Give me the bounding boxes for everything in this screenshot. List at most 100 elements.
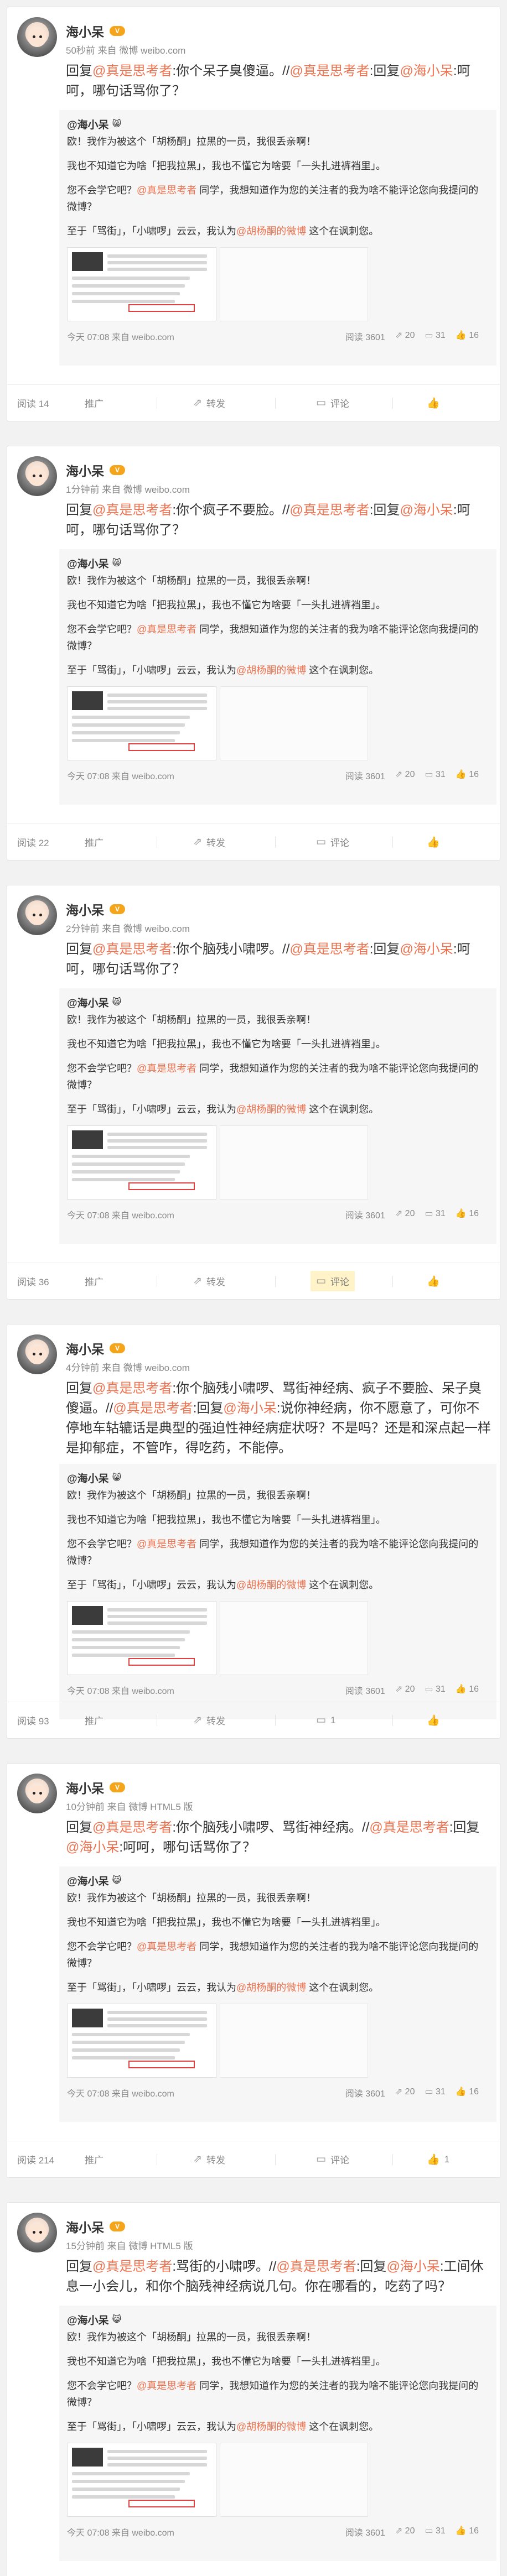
like-button[interactable]: 👍	[427, 1714, 444, 1727]
comment-button[interactable]: ▭ 评论	[311, 832, 355, 852]
like-button[interactable]: 👍	[427, 1275, 444, 1288]
mention-link[interactable]: @胡杨酮的微博	[236, 2421, 306, 2432]
mention-link[interactable]: @真是思考者	[137, 185, 196, 196]
mention-link[interactable]: @真是思考者	[137, 624, 196, 635]
quoted-post[interactable]: @海小呆 😸 欧！我作为被这个「胡杨酮」拉黑的一员，我很丢亲啊！ 我也不知道它为啥「把…	[59, 110, 496, 366]
mention-link[interactable]: @真是思考者	[92, 942, 172, 957]
author-name[interactable]: 海小呆	[66, 22, 104, 40]
quoted-post[interactable]: @海小呆 😸 欧！我作为被这个「胡杨酮」拉黑的一员，我很丢亲啊！ 我也不知道它为啥「把…	[59, 988, 496, 1244]
mention-link[interactable]: @海小呆	[66, 1840, 119, 1855]
promote-button[interactable]: 推广	[85, 835, 104, 849]
quoted-forward[interactable]: ⇗ 20	[395, 2525, 415, 2538]
quoted-time[interactable]: 今天 07:08 来自 weibo.com	[67, 2525, 174, 2538]
screenshot-thumbnail[interactable]	[67, 686, 216, 760]
comment-button[interactable]: ▭ 评论	[311, 2149, 355, 2170]
avatar[interactable]	[17, 456, 57, 496]
mention-link[interactable]: @真是思考者	[137, 1941, 196, 1952]
screenshot-thumbnail[interactable]	[67, 2004, 216, 2078]
avatar[interactable]	[17, 1334, 57, 1374]
mention-link[interactable]: @真是思考者	[369, 1820, 449, 1835]
mention-link[interactable]: @真是思考者	[92, 64, 172, 79]
quoted-author-name[interactable]: @海小呆	[67, 995, 109, 1010]
quoted-post[interactable]: @海小呆 😸 欧！我作为被这个「胡杨酮」拉黑的一员，我很丢亲啊！ 我也不知道它为啥「把…	[59, 1866, 496, 2122]
screenshot-thumbnail[interactable]	[220, 2443, 368, 2517]
quoted-comment[interactable]: ▭ 31	[425, 330, 445, 343]
avatar[interactable]	[17, 2213, 57, 2252]
screenshot-thumbnail[interactable]	[220, 1125, 368, 1200]
screenshot-thumbnail[interactable]	[220, 686, 368, 760]
quoted-forward[interactable]: ⇗ 20	[395, 1683, 415, 1697]
mention-link[interactable]: @真是思考者	[289, 64, 369, 79]
quoted-time[interactable]: 今天 07:08 来自 weibo.com	[67, 769, 174, 782]
quoted-comment[interactable]: ▭ 31	[425, 2086, 445, 2099]
comment-button[interactable]: ▭ 评论	[311, 393, 355, 413]
mention-link[interactable]: @真是思考者	[113, 1401, 193, 1416]
mention-link[interactable]: @真是思考者	[92, 503, 172, 518]
mention-link[interactable]: @海小呆	[386, 2259, 439, 2274]
quoted-comment[interactable]: ▭ 31	[425, 2525, 445, 2538]
quoted-time[interactable]: 今天 07:08 来自 weibo.com	[67, 1208, 174, 1221]
quoted-comment[interactable]: ▭ 31	[425, 1683, 445, 1697]
promote-button[interactable]: 推广	[85, 1713, 104, 1727]
mention-link[interactable]: @真是思考者	[137, 1539, 196, 1550]
author-name[interactable]: 海小呆	[66, 2217, 104, 2236]
mention-link[interactable]: @海小呆	[400, 64, 453, 79]
author-name[interactable]: 海小呆	[66, 1778, 104, 1797]
forward-button[interactable]: ⇗ 转发	[193, 1713, 225, 1727]
quoted-like[interactable]: 👍 16	[456, 2086, 479, 2099]
screenshot-thumbnail[interactable]	[220, 1601, 368, 1675]
mention-link[interactable]: @胡杨酮的微博	[236, 226, 306, 237]
quoted-author-name[interactable]: @海小呆	[67, 2312, 109, 2327]
quoted-forward[interactable]: ⇗ 20	[395, 2086, 415, 2099]
forward-button[interactable]: ⇗ 转发	[193, 396, 225, 410]
mention-link[interactable]: @真是思考者	[137, 1063, 196, 1074]
quoted-author-name[interactable]: @海小呆	[67, 1873, 109, 1888]
quoted-time[interactable]: 今天 07:08 来自 weibo.com	[67, 1683, 174, 1697]
author-name[interactable]: 海小呆	[66, 461, 104, 479]
promote-button[interactable]: 推广	[85, 396, 104, 410]
quoted-like[interactable]: 👍 16	[456, 1683, 479, 1697]
author-name[interactable]: 海小呆	[66, 900, 104, 919]
avatar[interactable]	[17, 1774, 57, 1813]
quoted-like[interactable]: 👍 16	[456, 1208, 479, 1221]
quoted-author-name[interactable]: @海小呆	[67, 556, 109, 571]
screenshot-thumbnail[interactable]	[67, 1125, 216, 1200]
like-button[interactable]: 👍	[427, 397, 444, 410]
promote-button[interactable]: 推广	[85, 2152, 104, 2166]
mention-link[interactable]: @真是思考者	[92, 1381, 172, 1396]
screenshot-thumbnail[interactable]	[220, 2004, 368, 2078]
author-name[interactable]: 海小呆	[66, 1339, 104, 1358]
quoted-time[interactable]: 今天 07:08 来自 weibo.com	[67, 2086, 174, 2099]
quoted-time[interactable]: 今天 07:08 来自 weibo.com	[67, 330, 174, 343]
forward-button[interactable]: ⇗ 转发	[193, 1274, 225, 1288]
quoted-author-name[interactable]: @海小呆	[67, 1470, 109, 1485]
mention-link[interactable]: @真是思考者	[289, 503, 369, 518]
forward-button[interactable]: ⇗ 转发	[193, 2152, 225, 2166]
mention-link[interactable]: @胡杨酮的微博	[236, 1982, 306, 1993]
mention-link[interactable]: @海小呆	[400, 503, 453, 518]
mention-link[interactable]: @胡杨酮的微博	[236, 1579, 306, 1591]
quoted-post[interactable]: @海小呆 😸 欧！我作为被这个「胡杨酮」拉黑的一员，我很丢亲啊！ 我也不知道它为啥「把…	[59, 1464, 496, 1719]
screenshot-thumbnail[interactable]	[67, 2443, 216, 2517]
avatar[interactable]	[17, 17, 57, 57]
quoted-post[interactable]: @海小呆 😸 欧！我作为被这个「胡杨酮」拉黑的一员，我很丢亲啊！ 我也不知道它为啥「把…	[59, 549, 496, 805]
promote-button[interactable]: 推广	[85, 1274, 104, 1288]
like-button[interactable]: 👍 1	[427, 2153, 449, 2166]
screenshot-thumbnail[interactable]	[67, 247, 216, 321]
quoted-comment[interactable]: ▭ 31	[425, 1208, 445, 1221]
mention-link[interactable]: @真是思考者	[92, 2259, 172, 2274]
mention-link[interactable]: @胡杨酮的微博	[236, 1104, 306, 1115]
quoted-like[interactable]: 👍 16	[456, 769, 479, 782]
mention-link[interactable]: @真是思考者	[137, 2380, 196, 2391]
mention-link[interactable]: @胡杨酮的微博	[236, 665, 306, 676]
mention-link[interactable]: @真是思考者	[276, 2259, 356, 2274]
mention-link[interactable]: @海小呆	[223, 1401, 276, 1416]
screenshot-thumbnail[interactable]	[67, 1601, 216, 1675]
quoted-forward[interactable]: ⇗ 20	[395, 769, 415, 782]
quoted-like[interactable]: 👍 16	[456, 330, 479, 343]
mention-link[interactable]: @真是思考者	[92, 1820, 172, 1835]
forward-button[interactable]: ⇗ 转发	[193, 835, 225, 849]
comment-button[interactable]: ▭ 评论	[311, 1271, 355, 1291]
quoted-like[interactable]: 👍 16	[456, 2525, 479, 2538]
avatar[interactable]	[17, 895, 57, 935]
